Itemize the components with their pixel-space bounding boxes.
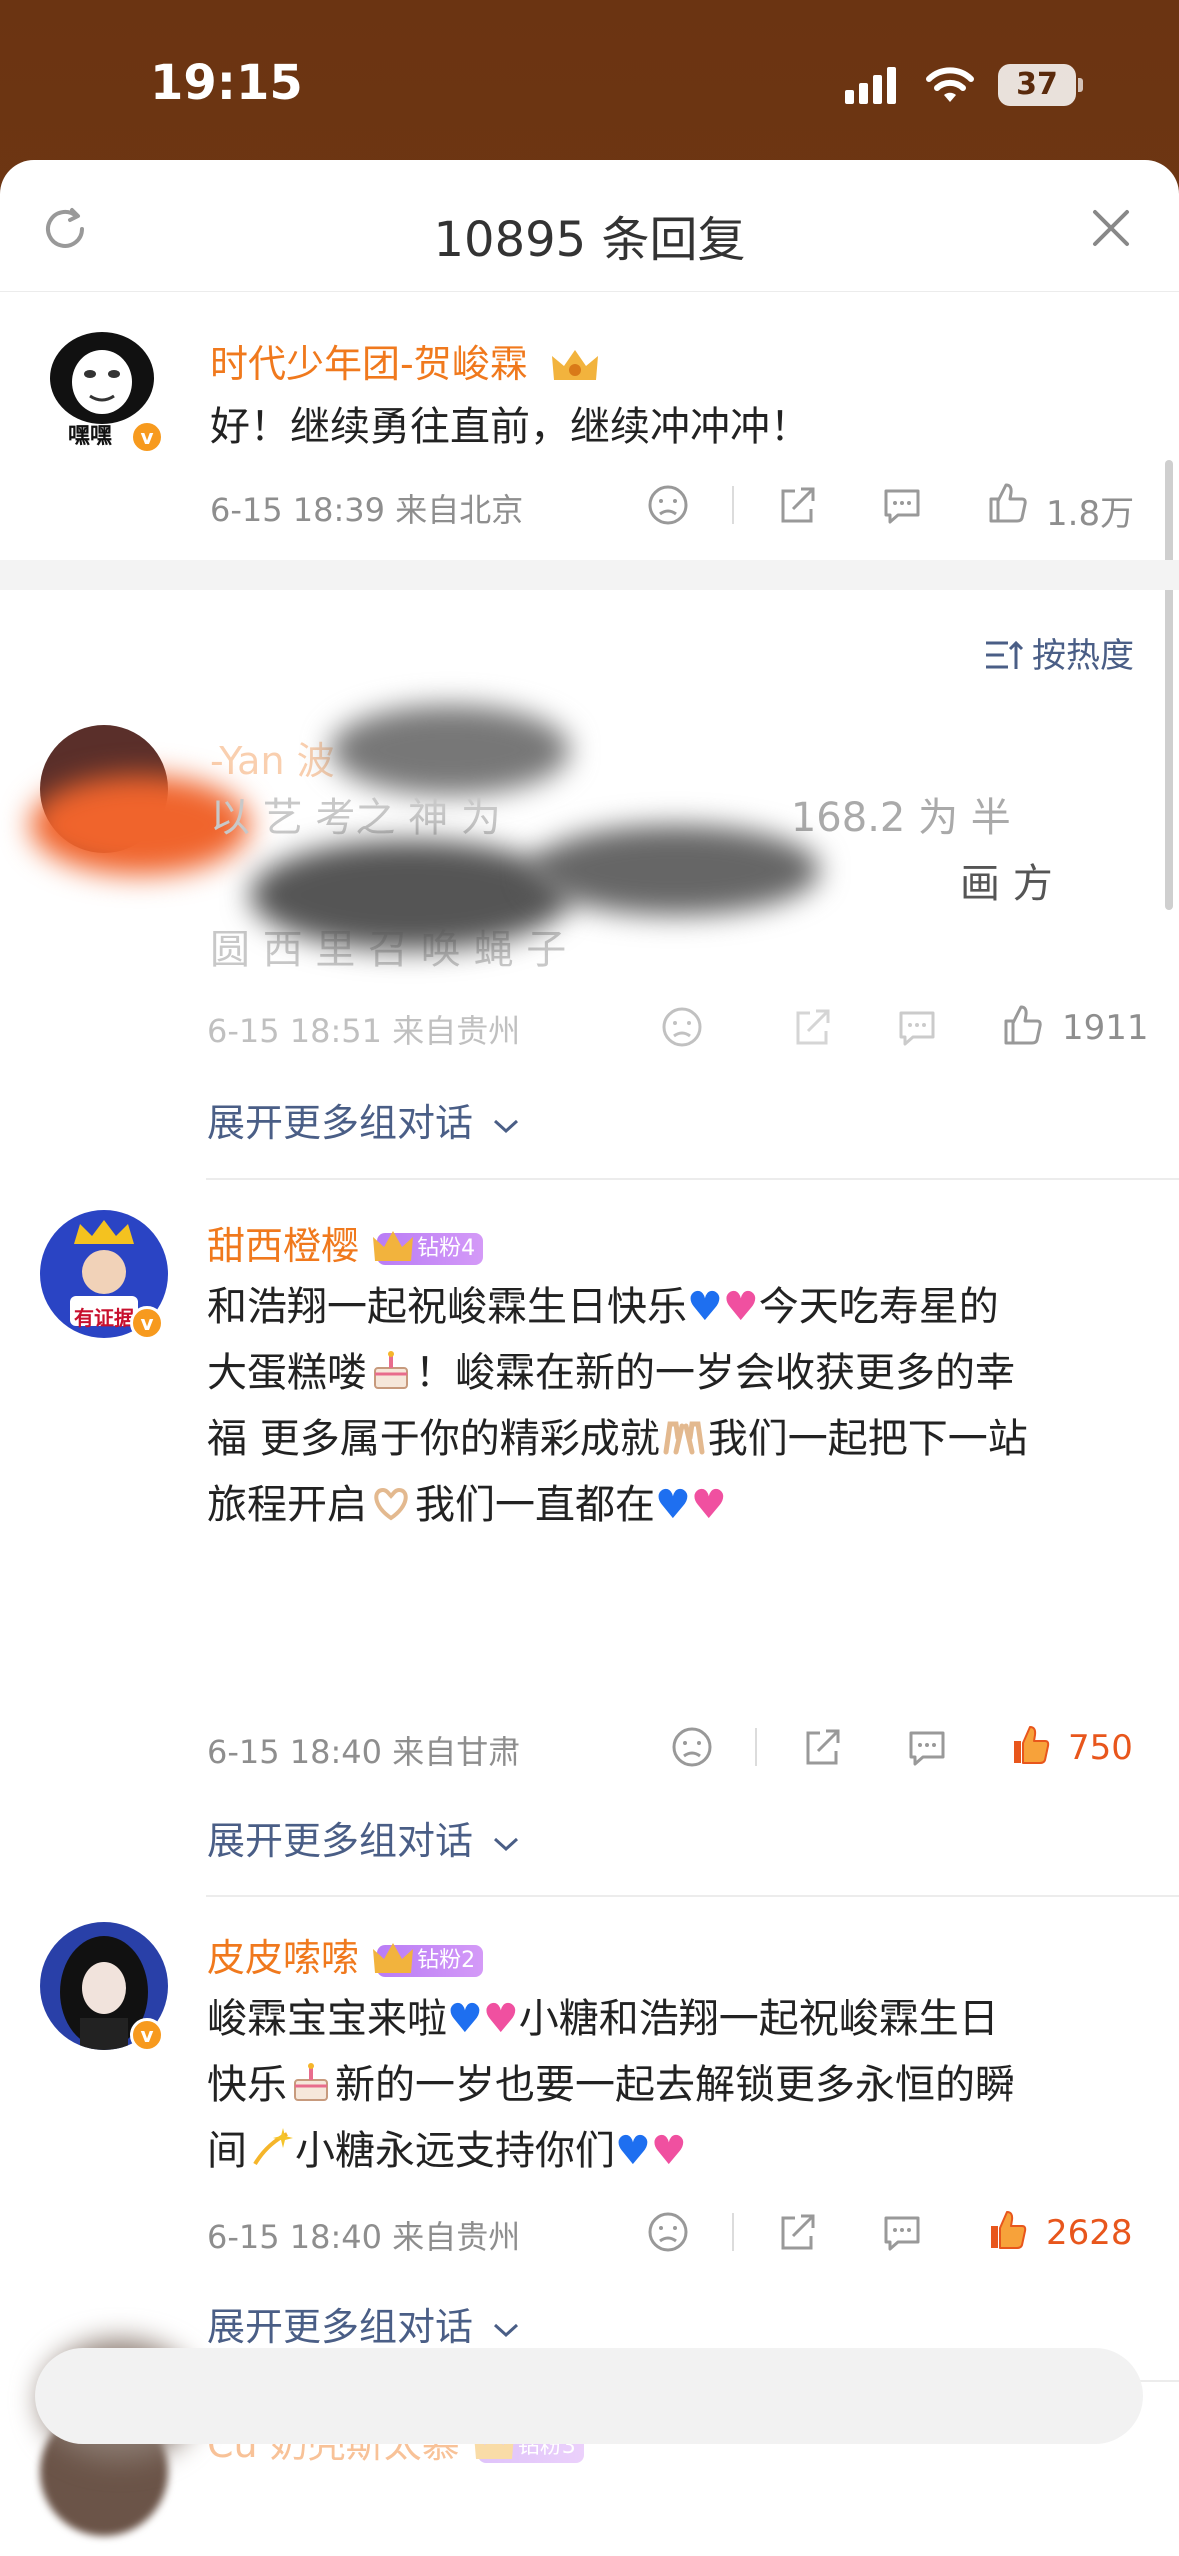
birthday-cake-icon [294,2063,328,2101]
pink-heart-icon: ♥ [722,1284,759,1330]
like-count: 750 [1068,1728,1133,1768]
divider [732,486,734,524]
username[interactable]: 皮皮嗦嗦 钻粉2 [207,1927,484,1982]
dislike-icon[interactable] [646,483,690,527]
close-icon[interactable] [1087,204,1135,252]
blue-heart-icon: ♥ [655,1482,691,1528]
like-count: 1911 [1062,1008,1149,1048]
dislike-icon[interactable] [660,1005,704,1049]
divider [732,2213,734,2251]
liked-icon[interactable] [985,2208,1029,2252]
dislike-icon[interactable] [646,2210,690,2254]
crown-badge-icon [551,349,598,380]
two-hearts-icon: ♥ [650,2128,687,2174]
share-icon[interactable] [800,1725,844,1769]
heart-hands-icon [374,1487,408,1521]
comment-meta: 6-15 18:51 来自贵州 [207,1012,521,1050]
redaction-blur [530,825,820,915]
comment-meta: 6-15 18:40 来自贵州 [207,2218,521,2256]
dizzy-star-icon [253,2128,293,2166]
crown-badge-icon [373,1942,414,1973]
username[interactable]: -Yan 波 [210,730,335,785]
username[interactable]: 甜西橙樱 钻粉4 [207,1215,484,1270]
comment-icon[interactable] [880,483,924,527]
status-bar: 19:15 37 [0,0,1179,160]
expand-conversation-link[interactable]: 展开更多组对话 [207,1092,521,1147]
comment-icon[interactable] [905,1725,949,1769]
battery-indicator: 37 [998,64,1083,106]
comment-text: 好！继续勇往直前，继续冲冲冲！ [210,404,810,450]
comment-meta: 6-15 18:40 来自甘肃 [207,1733,521,1771]
chevron-down-icon [494,1119,519,1134]
raised-hands-icon [663,1421,705,1455]
avatar-caption: 有证据 [74,1306,134,1330]
like-icon[interactable] [1000,1003,1044,1047]
liked-icon[interactable] [1008,1723,1052,1767]
sort-icon [986,640,1024,669]
redaction-blur [250,840,570,950]
fan-badge: 钻粉4 [373,1230,484,1265]
blue-heart-icon: ♥ [447,1996,483,2042]
two-hearts-icon: ♥ [482,1996,519,2042]
redaction-blur [330,705,570,795]
wifi-icon [926,67,974,102]
comment-icon[interactable] [895,1005,939,1049]
avatar-caption: 嘿嘿 [68,424,113,449]
replies-sheet: 10895 条回复 嘿嘿 v 时代少年团-贺峻霖 好！继续勇往直前，继续冲冲冲！… [0,160,1179,2556]
verified-badge-icon: v [130,1306,164,1340]
chevron-down-icon [494,2323,519,2338]
dislike-icon[interactable] [670,1725,714,1769]
share-icon[interactable] [775,483,819,527]
comment-divider [206,1895,1179,1897]
sort-by-heat-button[interactable]: 按热度 [984,628,1134,677]
share-icon[interactable] [790,1005,834,1049]
like-count: 1.8万 [1046,494,1135,534]
comment-icon[interactable] [880,2210,924,2254]
chevron-down-icon [494,1837,519,1852]
divider [755,1728,757,1766]
like-icon[interactable] [985,481,1029,525]
blue-heart-icon: ♥ [615,2128,651,2174]
comment-text: 峻霖宝宝来啦♥♥小糖和浩翔一起祝峻霖生日 快乐 新的一岁也要一起去解锁更多永恒的瞬… [207,1996,1015,2174]
username[interactable]: 时代少年团-贺峻霖 [210,333,602,388]
fan-badge: 钻粉2 [373,1942,484,1977]
comment-divider [206,1178,1179,1180]
status-time: 19:15 [150,55,303,111]
crown-badge-icon [373,1230,414,1261]
blue-heart-icon: ♥ [687,1284,723,1330]
expand-conversation-link[interactable]: 展开更多组对话 [207,1810,521,1865]
sheet-header: 10895 条回复 [0,160,1179,292]
scrollbar[interactable] [1165,460,1173,910]
like-count: 2628 [1046,2213,1133,2253]
comment-meta: 6-15 18:39 来自北京 [210,491,524,529]
pink-heart-icon: ♥ [690,1482,727,1528]
birthday-cake-icon [374,1351,408,1389]
section-divider [0,560,1179,590]
expand-conversation-link[interactable]: 展开更多组对话 [207,2296,521,2351]
verified-badge-icon: v [130,2018,164,2052]
replies-count-title: 10895 条回复 [433,212,746,268]
share-icon[interactable] [775,2210,819,2254]
cellular-signal-icon [845,67,896,104]
reply-input[interactable] [35,2348,1143,2444]
comment-text: 和浩翔一起祝峻霖生日快乐♥♥今天吃寿星的 大蛋糕喽 ！峻霖在新的一岁会收获更多的幸… [207,1284,1028,1528]
verified-badge-icon: v [130,420,164,454]
